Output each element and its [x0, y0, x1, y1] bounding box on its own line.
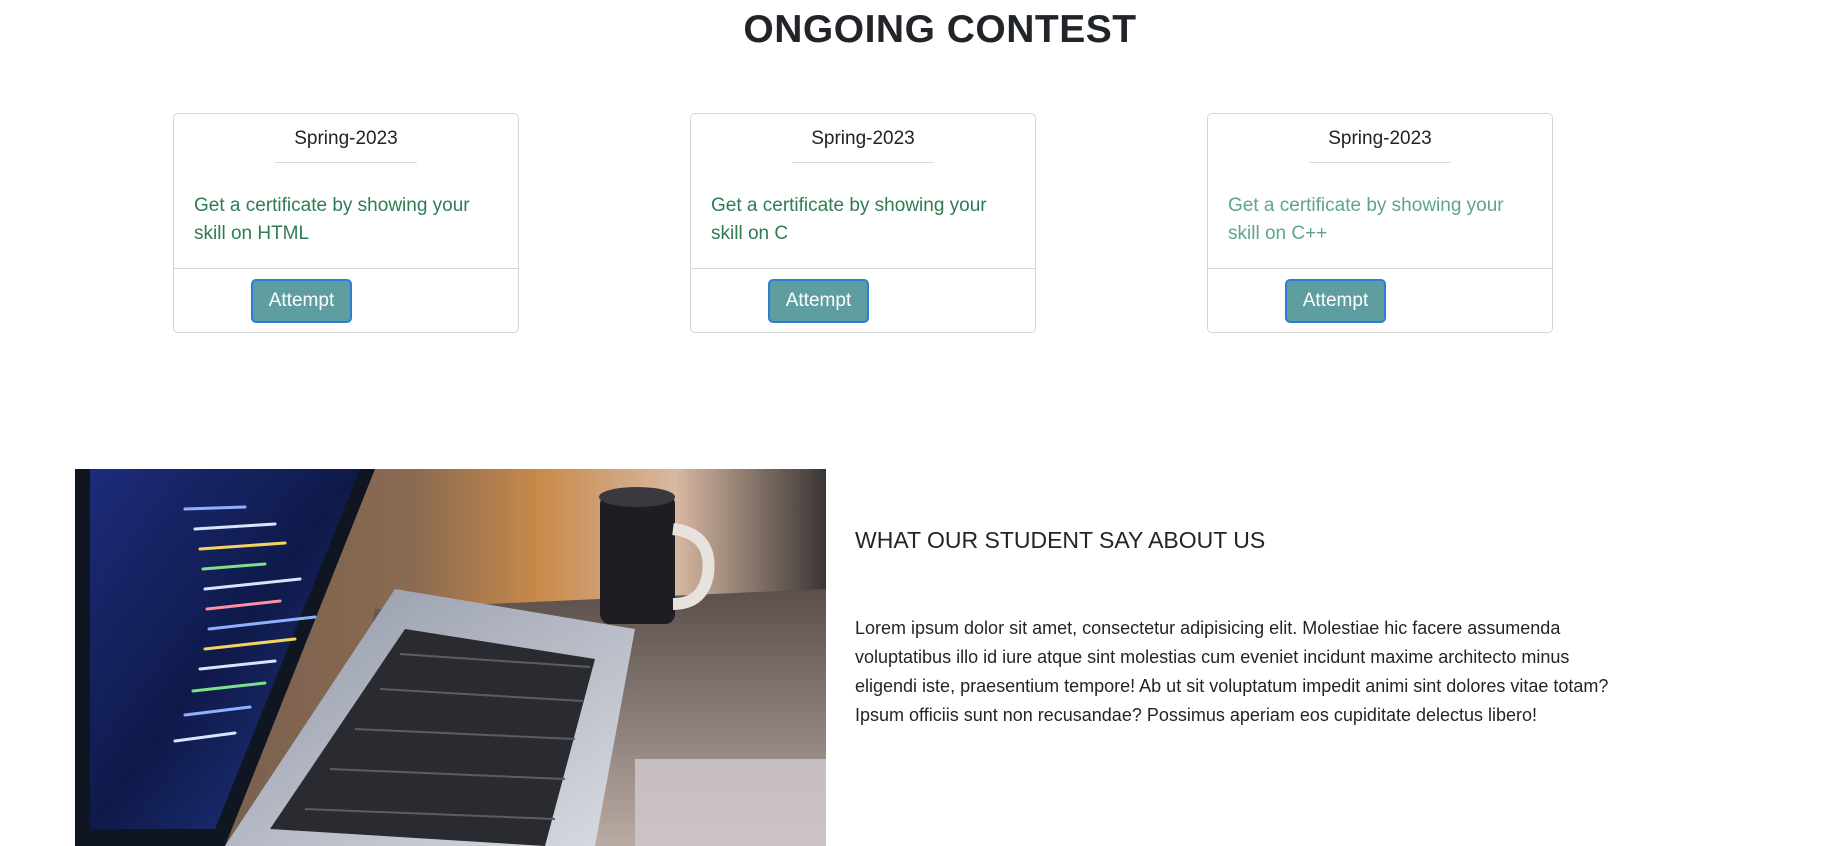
card-season: Spring-2023 — [792, 128, 934, 163]
card-season: Spring-2023 — [1309, 128, 1451, 163]
laptop-illustration — [75, 469, 826, 846]
laptop-photo — [75, 469, 826, 846]
contest-card-c: Spring-2023 Get a certificate by showing… — [690, 113, 1036, 333]
card-description: Get a certificate by showing your skill … — [711, 195, 987, 244]
card-header: Spring-2023 — [691, 114, 1035, 163]
card-header: Spring-2023 — [174, 114, 518, 163]
card-header: Spring-2023 — [1208, 114, 1552, 163]
section-title-ongoing-contest: ONGOING CONTEST — [743, 8, 1137, 51]
card-season: Spring-2023 — [275, 128, 417, 163]
attempt-button[interactable]: Attempt — [768, 279, 869, 323]
contest-card-html: Spring-2023 Get a certificate by showing… — [173, 113, 519, 333]
card-footer: Attempt — [174, 268, 518, 333]
page: ONGOING CONTEST Spring-2023 Get a certif… — [0, 0, 1829, 846]
testimonial-heading: WHAT OUR STUDENT SAY ABOUT US — [855, 527, 1266, 553]
card-description: Get a certificate by showing your skill … — [194, 195, 470, 244]
card-footer: Attempt — [1208, 268, 1552, 333]
testimonial-text: Lorem ipsum dolor sit amet, consectetur … — [855, 618, 1609, 725]
attempt-button[interactable]: Attempt — [1285, 279, 1386, 323]
attempt-button[interactable]: Attempt — [251, 279, 352, 323]
contest-card-cpp: Spring-2023 Get a certificate by showing… — [1207, 113, 1553, 333]
card-description: Get a certificate by showing your skill … — [1228, 195, 1504, 244]
card-footer: Attempt — [691, 268, 1035, 333]
